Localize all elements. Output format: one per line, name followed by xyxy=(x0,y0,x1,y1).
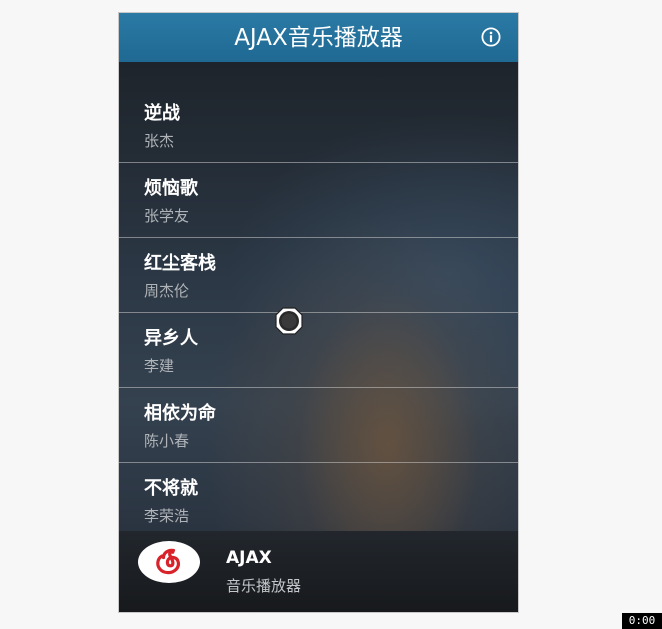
song-item[interactable]: 红尘客栈 周杰伦 xyxy=(119,238,518,313)
song-title: 烦恼歌 xyxy=(144,178,198,199)
player-subtitle: 音乐播放器 xyxy=(226,577,302,595)
cursor-icon xyxy=(274,306,304,336)
song-title: 不将就 xyxy=(144,478,198,499)
song-title: 红尘客栈 xyxy=(144,253,216,274)
song-artist: 陈小春 xyxy=(144,432,190,450)
header-bar: AJAX音乐播放器 xyxy=(119,13,518,62)
song-item[interactable]: 相依为命 陈小春 xyxy=(119,388,518,463)
song-artist: 张学友 xyxy=(144,207,190,225)
song-title: 相依为命 xyxy=(144,403,216,424)
song-item[interactable]: 异乡人 李建 xyxy=(119,313,518,388)
song-artist: 张杰 xyxy=(144,132,175,150)
song-artist: 周杰伦 xyxy=(144,282,190,300)
song-artist: 李荣浩 xyxy=(144,507,190,525)
timer-readout: 0:00 xyxy=(622,613,662,629)
song-list: 逆战 张杰 烦恼歌 张学友 红尘客栈 周杰伦 异乡人 李建 相依为命 陈小春 不… xyxy=(119,88,518,538)
song-item[interactable]: 不将就 李荣浩 xyxy=(119,463,518,538)
song-title: 异乡人 xyxy=(144,328,198,349)
song-item[interactable]: 烦恼歌 张学友 xyxy=(119,163,518,238)
music-player: AJAX音乐播放器 逆战 张杰 烦恼歌 张学友 红尘客栈 周杰伦 异乡人 李建 … xyxy=(118,12,519,613)
app-title: AJAX音乐播放器 xyxy=(234,25,403,51)
song-item[interactable]: 逆战 张杰 xyxy=(119,88,518,163)
music-logo-icon[interactable] xyxy=(138,541,200,583)
now-playing-bar: AJAX 音乐播放器 xyxy=(119,531,518,612)
song-artist: 李建 xyxy=(144,357,175,375)
song-title: 逆战 xyxy=(144,103,180,124)
info-icon[interactable] xyxy=(481,27,501,47)
player-name: AJAX xyxy=(226,548,272,568)
